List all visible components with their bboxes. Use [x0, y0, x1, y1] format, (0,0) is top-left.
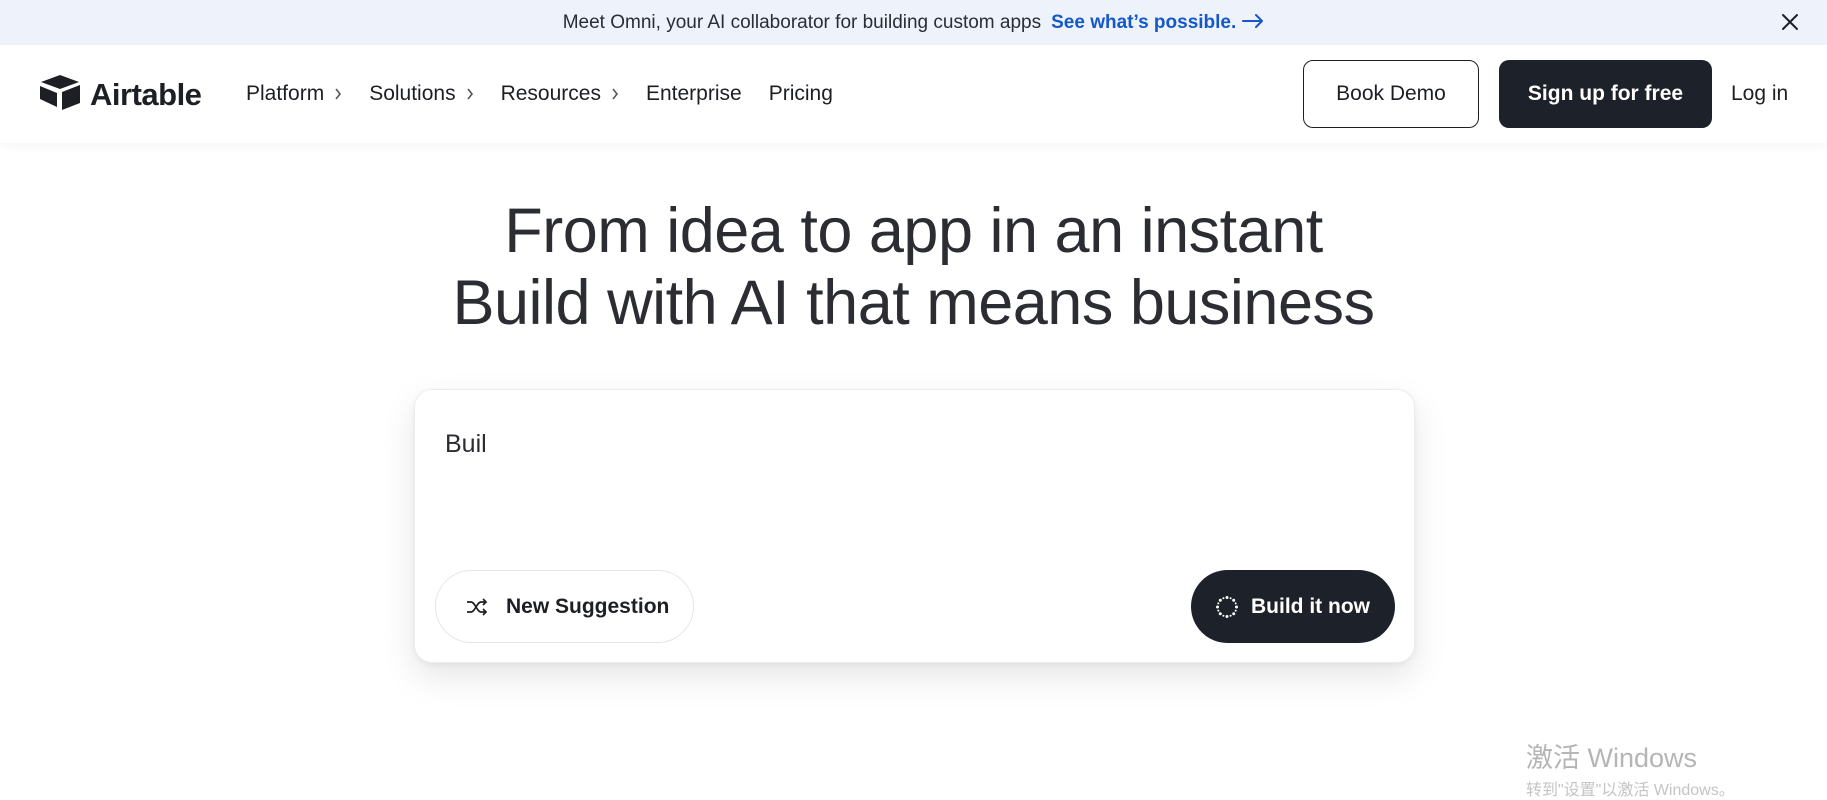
- book-demo-button[interactable]: Book Demo: [1303, 60, 1479, 128]
- new-suggestion-label: New Suggestion: [506, 594, 670, 618]
- hero-headline: From idea to app in an instant Build wit…: [0, 195, 1827, 339]
- sparkle-loader-icon: [1215, 595, 1239, 619]
- nav-item-label: Pricing: [768, 82, 833, 105]
- hero-line-2: Build with AI that means business: [452, 268, 1375, 338]
- hero-line-1: From idea to app in an instant: [504, 196, 1323, 266]
- nav-links: Platform Solutions Resources Enterprise …: [246, 45, 860, 143]
- top-nav: Airtable Platform Solutions Resources En…: [0, 45, 1827, 143]
- nav-item-enterprise[interactable]: Enterprise: [646, 82, 742, 106]
- build-it-now-label: Build it now: [1251, 594, 1370, 618]
- announcement-banner: Meet Omni, your AI collaborator for buil…: [0, 0, 1827, 45]
- airtable-logo-icon: [38, 74, 82, 115]
- chevron-right-icon: [611, 88, 619, 100]
- airtable-logo[interactable]: Airtable: [38, 74, 202, 115]
- nav-item-resources[interactable]: Resources: [501, 82, 619, 106]
- chevron-right-icon: [334, 88, 342, 100]
- chevron-right-icon: [466, 88, 474, 100]
- close-icon[interactable]: [1777, 9, 1803, 35]
- prompt-card: Buil New Suggestion Build it now: [414, 389, 1415, 663]
- nav-item-platform[interactable]: Platform: [246, 82, 342, 106]
- new-suggestion-button[interactable]: New Suggestion: [435, 570, 694, 643]
- build-it-now-button[interactable]: Build it now: [1191, 570, 1395, 643]
- prompt-input[interactable]: Buil: [445, 430, 487, 459]
- nav-item-label: Solutions: [369, 82, 456, 105]
- banner-cta-label: See what’s possible.: [1051, 11, 1237, 33]
- shuffle-icon: [466, 597, 488, 616]
- nav-item-pricing[interactable]: Pricing: [769, 82, 833, 106]
- nav-item-solutions[interactable]: Solutions: [369, 82, 473, 106]
- banner-message: Meet Omni, your AI collaborator for buil…: [562, 11, 1042, 33]
- sign-up-button[interactable]: Sign up for free: [1499, 60, 1712, 128]
- nav-item-label: Resources: [500, 82, 601, 105]
- arrow-right-icon: [1242, 12, 1264, 34]
- nav-item-label: Platform: [246, 82, 325, 105]
- log-in-link[interactable]: Log in: [1731, 45, 1788, 143]
- windows-activation-watermark: 激活 Windows: [1526, 743, 1698, 773]
- windows-activation-hint: 转到"设置"以激活 Windows。: [1526, 782, 1735, 799]
- banner-cta-link[interactable]: See what’s possible.: [1051, 12, 1264, 34]
- nav-item-label: Enterprise: [645, 82, 742, 105]
- logo-text: Airtable: [90, 76, 202, 112]
